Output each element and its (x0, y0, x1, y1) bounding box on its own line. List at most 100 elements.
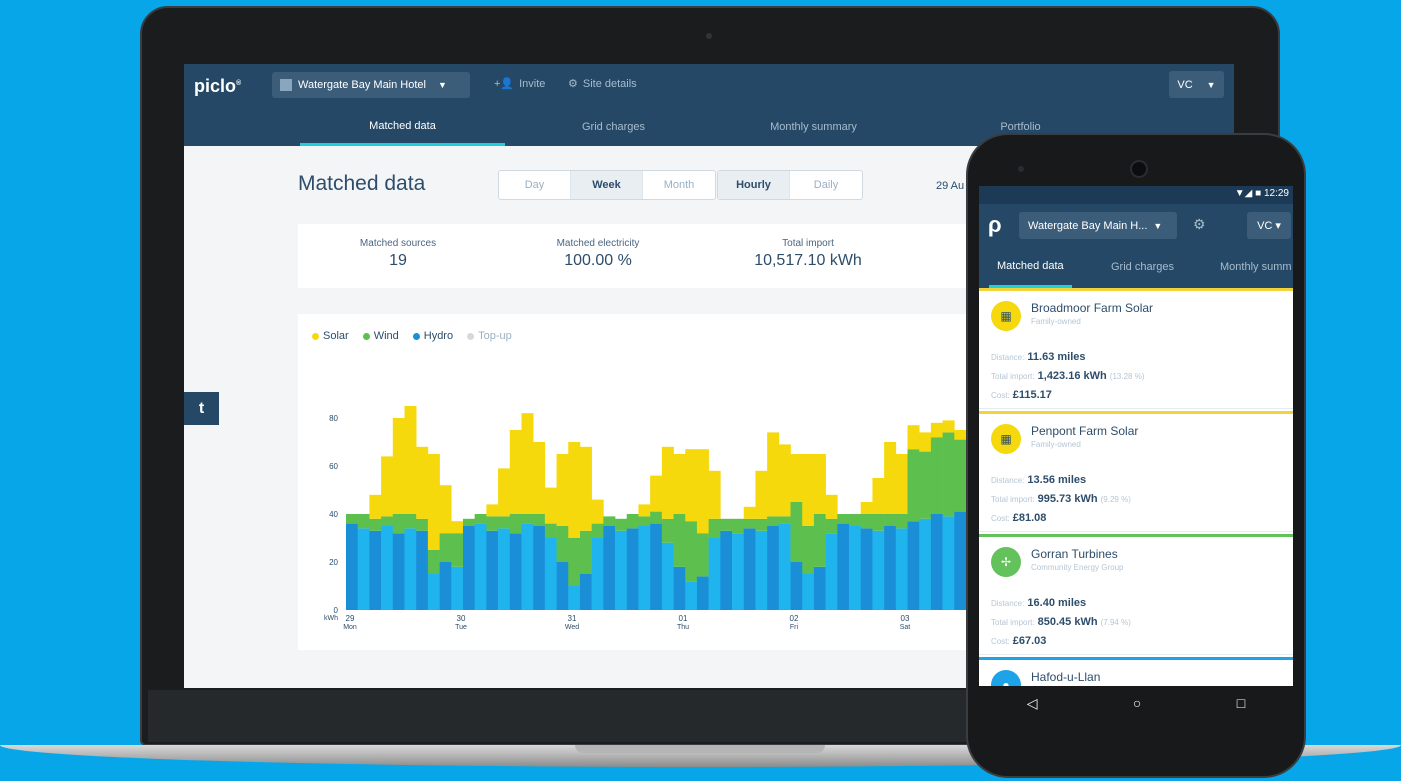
tab-matched-data[interactable]: Matched data (300, 108, 505, 146)
bar-segment-hydro (568, 586, 581, 610)
bar-segment-hydro (884, 526, 897, 610)
site-selector[interactable]: Watergate Bay Main Hotel ▼ (272, 72, 470, 98)
legend-hydro[interactable]: Hydro (412, 330, 453, 342)
source-card[interactable]: ▦ Broadmoor Farm Solar Family-owned Dist… (979, 288, 1293, 409)
home-icon[interactable]: ○ (1133, 695, 1141, 711)
phone-tab-grid-charges[interactable]: Grid charges (1111, 246, 1174, 288)
tab-grid-charges[interactable]: Grid charges (511, 108, 716, 146)
laptop-camera (706, 33, 712, 39)
y-tick-label: 0 (334, 606, 339, 615)
bar-segment-hydro (849, 526, 862, 610)
bar-segment-wind (451, 533, 464, 567)
period-selector: Day Week Month (498, 170, 716, 200)
bar-segment-wind (392, 514, 405, 534)
bar-segment-solar (568, 442, 581, 538)
bar-segment-solar (650, 475, 663, 512)
legend-solar[interactable]: Solar (312, 330, 349, 342)
bar-segment-solar (591, 499, 604, 524)
bar-segment-wind (556, 526, 569, 562)
bar-segment-hydro (930, 514, 943, 610)
phone-screen: ▼◢ ■ 12:29 ρ Watergate Bay Main H... ▼ ⚙… (979, 186, 1293, 686)
bar-segment-hydro (346, 523, 358, 610)
gear-icon[interactable]: ⚙ (1193, 216, 1206, 233)
resolution-daily[interactable]: Daily (790, 171, 862, 199)
source-card[interactable]: ● Hafod-u-Llan (979, 657, 1293, 686)
source-card[interactable]: ✢ Gorran Turbines Community Energy Group… (979, 534, 1293, 655)
bar-segment-hydro (404, 528, 417, 610)
phone-site-selector[interactable]: Watergate Bay Main H... ▼ (1019, 212, 1177, 239)
recents-icon[interactable]: □ (1237, 695, 1245, 711)
period-month[interactable]: Month (643, 171, 715, 199)
chevron-down-icon: ▼ (437, 80, 447, 90)
bar-segment-wind (579, 530, 592, 574)
twitter-share-button[interactable]: t (184, 392, 219, 425)
piclo-logo-icon[interactable]: ρ (988, 212, 1002, 238)
bar-segment-hydro (603, 526, 616, 610)
bar-segment-solar (895, 454, 908, 514)
y-tick-label: 60 (329, 462, 338, 471)
bar-segment-wind (919, 451, 932, 519)
bar-segment-solar (813, 454, 826, 514)
bar-segment-solar (860, 502, 873, 514)
phone-tab-matched-data[interactable]: Matched data (989, 246, 1072, 288)
legend-wind[interactable]: Wind (362, 330, 399, 342)
period-week[interactable]: Week (571, 171, 643, 199)
phone-camera (1130, 160, 1148, 178)
resolution-selector: Hourly Daily (717, 170, 863, 200)
bar-segment-solar (767, 432, 780, 517)
bar-segment-wind (615, 518, 628, 531)
bar-segment-solar (790, 454, 803, 502)
back-icon[interactable]: ◁ (1027, 695, 1038, 712)
bar-segment-hydro (462, 526, 475, 610)
phone-status-bar: ▼◢ ■ 12:29 (979, 186, 1293, 204)
bar-segment-wind (860, 514, 873, 529)
bar-segment-solar (884, 442, 897, 514)
bar-segment-solar (954, 430, 967, 440)
invite-link[interactable]: +👤 Invite (494, 77, 545, 91)
phone-user-button[interactable]: VC ▾ (1247, 212, 1291, 239)
x-tick-weekday: Thu (677, 624, 689, 631)
bar-segment-hydro (872, 530, 885, 610)
source-card[interactable]: ▦ Penpont Farm Solar Family-owned Distan… (979, 411, 1293, 532)
period-day[interactable]: Day (499, 171, 571, 199)
date-range-label[interactable]: 29 Au (936, 180, 964, 192)
bar-segment-wind (673, 514, 686, 567)
bar-segment-hydro (860, 528, 873, 610)
bar-segment-wind (930, 437, 943, 514)
bar-segment-wind (462, 518, 475, 526)
bar-segment-solar (521, 413, 534, 514)
bar-segment-hydro (544, 538, 557, 610)
bar-segment-wind (568, 538, 581, 586)
bar-segment-wind (346, 514, 358, 524)
bar-segment-solar (369, 494, 382, 519)
bar-segment-solar (509, 430, 522, 514)
tab-monthly-summary[interactable]: Monthly summary (711, 108, 916, 146)
bar-segment-wind (942, 432, 955, 517)
bar-segment-wind (767, 516, 780, 526)
bar-segment-hydro (778, 523, 791, 610)
y-axis-unit: kWh (324, 615, 338, 622)
bar-segment-hydro (720, 530, 733, 610)
bar-segment-hydro (919, 518, 932, 610)
bar-segment-wind (404, 514, 417, 529)
android-nav-bar: ◁ ○ □ (979, 686, 1293, 720)
bar-segment-hydro (591, 538, 604, 610)
user-menu-button[interactable]: VC ▼ (1169, 71, 1224, 98)
phone-tab-monthly-summary[interactable]: Monthly summ (1220, 246, 1292, 288)
bar-segment-solar (439, 485, 452, 534)
y-tick-label: 80 (329, 414, 338, 423)
site-details-link[interactable]: ⚙ Site details (568, 77, 637, 91)
bar-segment-solar (802, 454, 815, 526)
phone-app-bar: ρ Watergate Bay Main H... ▼ ⚙ VC ▾ (979, 204, 1293, 246)
bar-segment-solar (907, 425, 920, 450)
bar-segment-hydro (427, 574, 440, 610)
bar-segment-hydro (509, 533, 522, 610)
resolution-hourly[interactable]: Hourly (718, 171, 790, 199)
bar-segment-wind (439, 533, 452, 562)
legend-topup[interactable]: Top-up (467, 330, 512, 342)
x-tick-day: 03 (901, 614, 910, 623)
piclo-logo[interactable]: piclo® (194, 76, 241, 97)
bar-segment-wind (416, 518, 429, 531)
bar-segment-hydro (743, 528, 756, 610)
bar-segment-solar (427, 454, 440, 550)
